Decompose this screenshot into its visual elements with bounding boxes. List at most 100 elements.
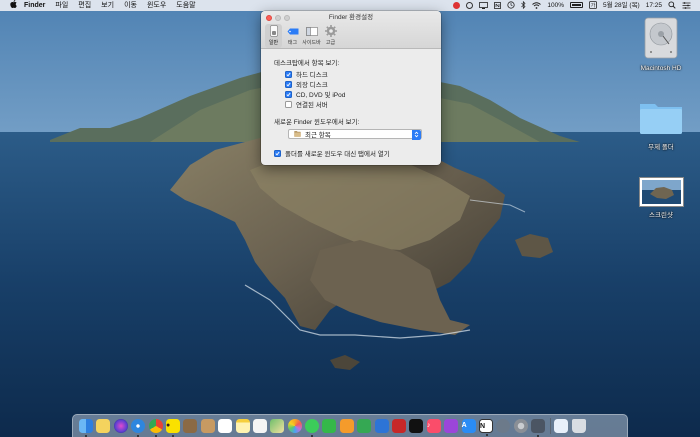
tab-advanced-label: 고급 — [325, 40, 336, 46]
status-area: 100% 가 5월 28일 (목) 17:25 — [450, 0, 700, 11]
music-icon: ♪ — [426, 422, 431, 429]
tab-sidebar[interactable]: 사이드바 — [302, 24, 321, 48]
desktop-icon-label: Macintosh HD — [640, 65, 682, 72]
menu-help[interactable]: 도움말 — [171, 0, 200, 11]
tab-general[interactable]: 일반 — [265, 24, 282, 48]
desktop-icon-screenshot[interactable]: 스크린샷 — [633, 178, 689, 219]
checkbox-hard-disks[interactable] — [285, 70, 292, 78]
dock-trash[interactable] — [571, 419, 586, 433]
tab-sidebar-label: 사이드바 — [302, 40, 321, 46]
desktop-icon-untitled-folder[interactable]: 무제 폴더 — [633, 100, 689, 151]
hard-drive-icon — [642, 17, 680, 62]
dock-separator — [549, 418, 551, 434]
dock-kakaotalk[interactable]: ● — [165, 419, 180, 437]
dock-safari[interactable] — [131, 419, 146, 437]
dock-numbers[interactable] — [357, 419, 372, 433]
option-cd-dvd-ipod[interactable]: CD, DVD 및 iPod — [285, 89, 441, 99]
checkbox-cd-dvd-ipod[interactable] — [285, 90, 292, 98]
dock-notion[interactable]: N — [478, 419, 493, 436]
option-hard-disks[interactable]: 하드 디스크 — [285, 69, 441, 79]
time-machine-icon[interactable] — [504, 0, 518, 11]
menu-finder[interactable]: Finder — [18, 0, 50, 11]
dock-keynote[interactable] — [374, 419, 389, 433]
folder-icon — [637, 104, 685, 138]
dock-notes[interactable] — [235, 419, 250, 433]
dock-podcasts[interactable] — [444, 419, 459, 433]
apple-icon[interactable] — [8, 0, 18, 11]
window-title: Finder 환경설정 — [328, 14, 374, 21]
display-status-icon[interactable] — [476, 0, 491, 11]
battery-percent[interactable]: 100% — [544, 0, 567, 11]
wifi-icon[interactable] — [529, 0, 544, 11]
dock-maps[interactable] — [270, 419, 285, 433]
tab-tags-label: 태그 — [287, 40, 298, 46]
kakao-status-icon[interactable] — [463, 0, 476, 11]
option-connected-servers-label: 연결된 서버 — [296, 102, 328, 109]
dock-calendar[interactable] — [218, 419, 233, 433]
input-source-icon[interactable]: 가 — [586, 0, 600, 11]
new-window-select[interactable]: 최근 항목 — [288, 129, 422, 140]
control-center-icon[interactable] — [679, 0, 694, 11]
dock-chrome[interactable] — [148, 419, 163, 437]
dock-notebook[interactable] — [183, 419, 198, 433]
dock-downloads[interactable] — [554, 419, 569, 433]
dock-finder[interactable] — [79, 419, 93, 437]
spotlight-icon[interactable] — [665, 0, 679, 11]
option-external-disks[interactable]: 외장 디스크 — [285, 79, 441, 89]
screenshot-thumbnail — [639, 178, 683, 206]
option-connected-servers[interactable]: 연결된 서버 — [285, 99, 441, 109]
dock-photos[interactable] — [287, 419, 302, 433]
dock-reminders[interactable] — [252, 419, 267, 433]
menu-file[interactable]: 파일 — [50, 0, 73, 11]
dock-stickies[interactable] — [96, 419, 111, 433]
menu-go[interactable]: 이동 — [119, 0, 142, 11]
option-cd-dvd-ipod-label: CD, DVD 및 iPod — [296, 92, 346, 99]
notion-status-icon[interactable] — [491, 0, 504, 11]
desktop-icon-label: 스크린샷 — [649, 212, 673, 219]
gear-icon — [324, 25, 337, 37]
svg-text:가: 가 — [591, 2, 596, 9]
dock-tv[interactable] — [409, 419, 424, 433]
dock-launchpad[interactable] — [496, 419, 511, 433]
switch-icon — [268, 25, 280, 37]
option-open-in-tabs-label: 폴더를 새로운 윈도우 대신 탭에서 열기 — [285, 151, 390, 158]
clock-date[interactable]: 5월 28일 (목) — [600, 0, 643, 11]
checkbox-external-disks[interactable] — [285, 80, 292, 88]
dock-music[interactable]: ♪ — [426, 419, 441, 433]
menu-window[interactable]: 윈도우 — [142, 0, 171, 11]
record-icon[interactable] — [450, 0, 463, 11]
dock-pages[interactable] — [339, 419, 354, 433]
checkbox-connected-servers[interactable] — [285, 100, 292, 108]
option-open-in-tabs[interactable]: 폴더를 새로운 윈도우 대신 탭에서 열기 — [274, 148, 441, 158]
tab-general-label: 일반 — [268, 40, 279, 46]
finder-preferences-window: Finder 환경설정 일반 태그 사이드바 고급 데스크탑에서 항목 보기: … — [261, 11, 441, 165]
menu-edit[interactable]: 편집 — [73, 0, 96, 11]
dock-messages[interactable] — [305, 419, 320, 437]
tag-icon — [287, 25, 299, 37]
window-titlebar[interactable]: Finder 환경설정 일반 태그 사이드바 고급 — [261, 11, 441, 49]
chevron-updown-icon[interactable] — [412, 129, 421, 140]
tab-tags[interactable]: 태그 — [284, 24, 301, 48]
desktop-icon-macintosh-hd[interactable]: Macintosh HD — [628, 16, 694, 72]
dock-facetime[interactable] — [322, 419, 337, 433]
recents-icon — [294, 131, 301, 137]
dock-contacts[interactable] — [200, 419, 215, 433]
dock-photo-booth[interactable] — [392, 419, 407, 433]
option-external-disks-label: 외장 디스크 — [296, 82, 328, 89]
tab-advanced[interactable]: 고급 — [322, 24, 339, 48]
clock-time[interactable]: 17:25 — [643, 0, 665, 11]
dock-app-store[interactable]: A — [461, 419, 476, 433]
checkbox-open-in-tabs[interactable] — [274, 149, 281, 157]
option-hard-disks-label: 하드 디스크 — [296, 72, 328, 79]
battery-icon[interactable] — [567, 0, 586, 11]
dock: ● ♪ A N — [72, 414, 628, 437]
dock-system-preferences[interactable] — [513, 419, 528, 433]
sidebar-icon — [305, 25, 318, 37]
dock-screenshot[interactable] — [531, 419, 546, 437]
app-store-icon: A — [461, 422, 467, 429]
menu-view[interactable]: 보기 — [96, 0, 119, 11]
notion-icon: N — [479, 423, 486, 430]
dock-siri[interactable] — [113, 419, 128, 433]
kakaotalk-icon: ● — [165, 422, 171, 429]
bluetooth-icon[interactable] — [518, 0, 529, 11]
